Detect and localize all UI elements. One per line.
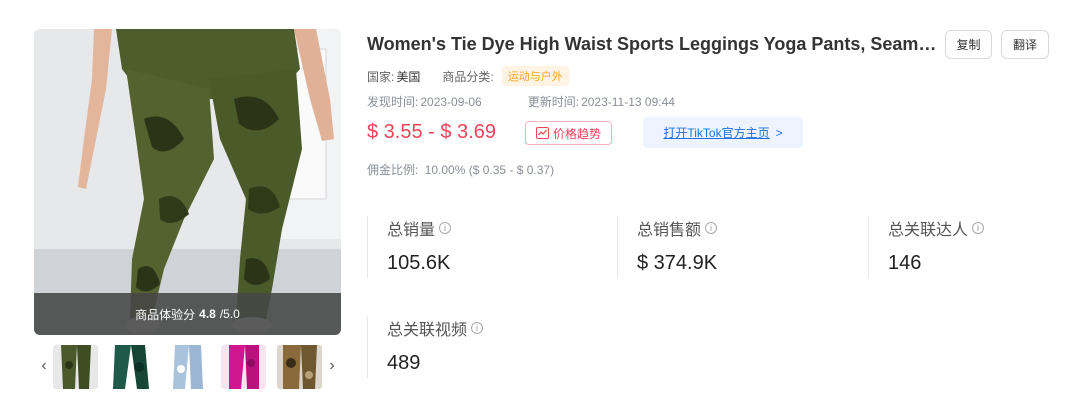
chevron-right-icon: > (775, 125, 783, 140)
product-card: 商品体验分 4.8 /5.0 ‹ › Women's Tie Dye High … (0, 0, 1080, 413)
thumbnail-5[interactable] (277, 345, 322, 389)
stat-label: 总销量 (387, 222, 436, 239)
stat-value: 146 (888, 252, 922, 274)
thumbnail-2-image (109, 345, 154, 389)
score-label: 商品体验分 (135, 307, 196, 322)
thumbnail-3[interactable] (165, 345, 210, 389)
thumbnail-1-image (53, 345, 98, 389)
stat-total-creators: 总关联达人 i 146 (868, 216, 1068, 278)
thumbnail-2[interactable] (109, 345, 154, 389)
thumbnail-carousel: ‹ › (34, 345, 341, 389)
chart-trend-icon (535, 127, 549, 139)
stat-label: 总关联达人 (888, 222, 969, 239)
stat-value: 489 (387, 352, 421, 374)
category-label: 商品分类: (442, 69, 494, 84)
stat-label: 总销售额 (637, 222, 702, 239)
thumbnail-3-image (165, 345, 210, 389)
product-photo (34, 29, 341, 335)
commission-value: 10.00% ($ 0.35 - $ 0.37) (424, 163, 555, 177)
stat-total-videos: 总关联视频 i 489 (367, 316, 607, 378)
price-range: $ 3.55 - $ 3.69 (367, 121, 496, 143)
commission-row: 佣金比例: 10.00% ($ 0.35 - $ 0.37) (367, 161, 554, 178)
stat-total-revenue: 总销售额 i $ 374.9K (617, 216, 857, 278)
thumbnail-1[interactable] (53, 345, 98, 389)
country-label: 国家: (367, 69, 395, 84)
stat-value: 105.6K (387, 252, 451, 274)
thumbnail-5-image (277, 345, 322, 389)
stat-total-sales: 总销量 i 105.6K (367, 216, 607, 278)
info-icon[interactable]: i (471, 322, 484, 334)
copy-button[interactable]: 复制 (945, 30, 992, 59)
updated-label: 更新时间: (527, 95, 580, 109)
stat-label: 总关联视频 (387, 322, 468, 339)
info-icon[interactable]: i (705, 222, 718, 234)
discovered-label: 发现时间: (367, 95, 419, 109)
thumbnail-next-arrow[interactable]: › (325, 357, 339, 375)
dates-row: 发现时间: 2023-09-06 更新时间: 2023-11-13 09:44 (367, 93, 675, 110)
experience-score-bar: 商品体验分 4.8 /5.0 (34, 293, 341, 335)
stat-value: $ 374.9K (637, 252, 718, 274)
product-title: Women's Tie Dye High Waist Sports Leggin… (367, 34, 937, 54)
commission-label: 佣金比例: (367, 163, 419, 177)
translate-button[interactable]: 翻译 (1001, 30, 1049, 59)
info-icon[interactable]: i (972, 222, 985, 234)
score-value: 4.8 (199, 307, 216, 321)
updated-value: 2023-11-13 09:44 (581, 94, 675, 109)
thumbnail-4-image (221, 345, 266, 389)
info-icon[interactable]: i (439, 222, 452, 234)
tiktok-link-label: 打开TikTok官方主页 (663, 126, 770, 140)
country-value: 美国 (396, 69, 421, 84)
product-main-image[interactable]: 商品体验分 4.8 /5.0 (34, 29, 341, 335)
price-trend-button[interactable]: 价格趋势 (525, 121, 612, 145)
thumbnail-prev-arrow[interactable]: ‹ (37, 357, 51, 375)
country-category-row: 国家: 美国 商品分类: 运动与户外 (367, 66, 569, 86)
price-trend-label: 价格趋势 (552, 126, 601, 141)
thumbnail-4[interactable] (221, 345, 266, 389)
category-tag[interactable]: 运动与户外 (501, 66, 569, 86)
open-tiktok-link[interactable]: 打开TikTok官方主页 > (643, 117, 803, 148)
discovered-value: 2023-09-06 (420, 94, 482, 109)
score-max: /5.0 (219, 307, 240, 321)
